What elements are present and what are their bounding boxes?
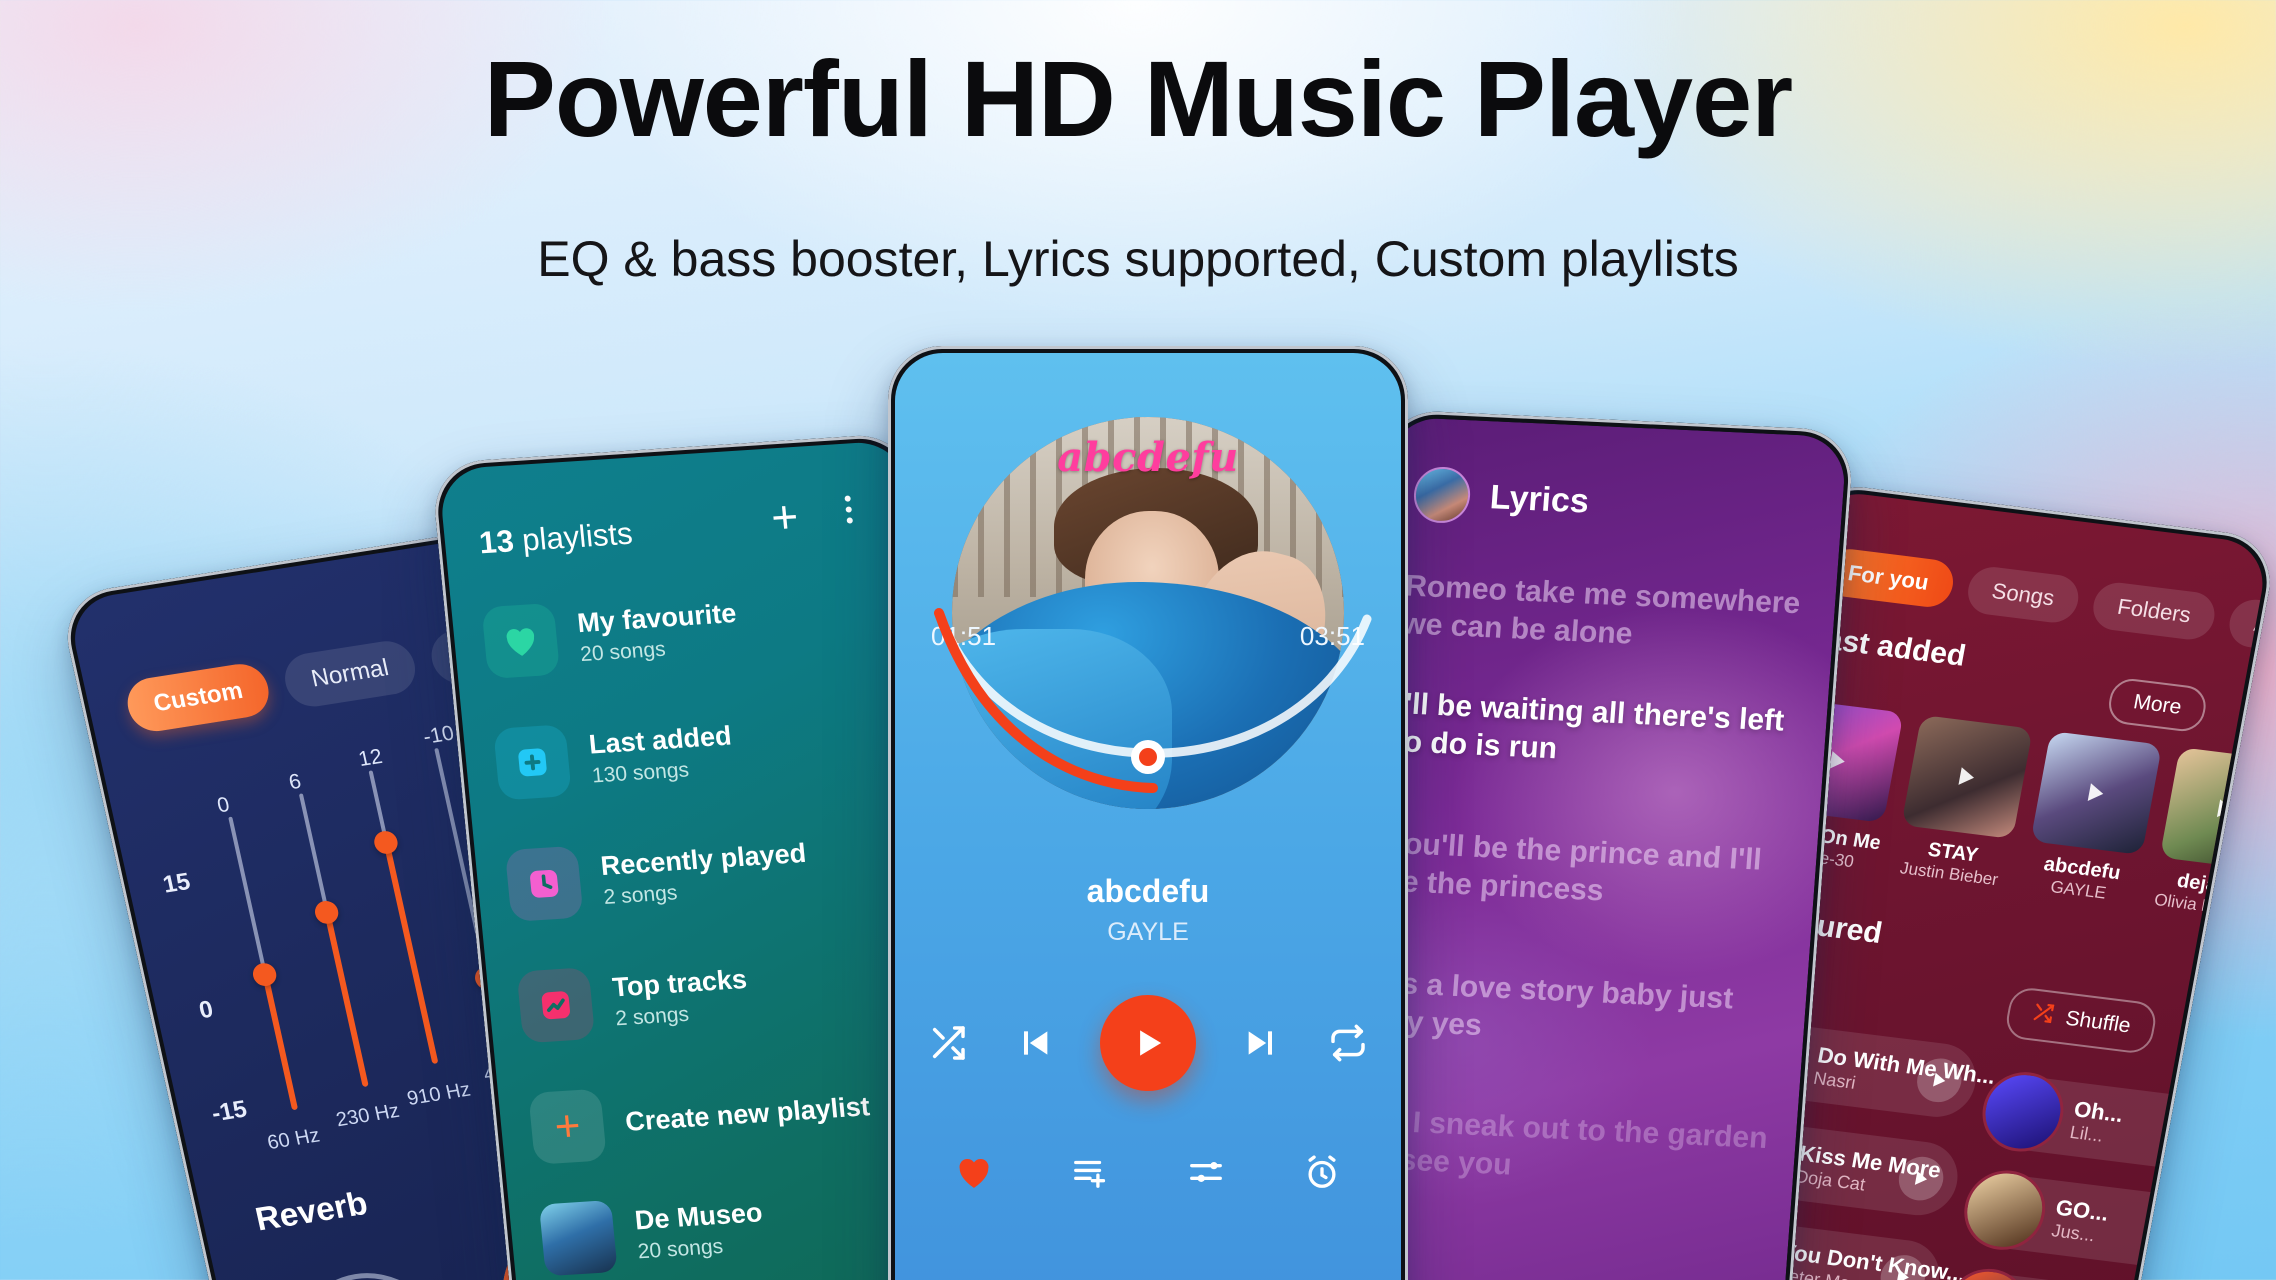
playlist-subtitle: 2 songs xyxy=(614,1003,691,1031)
equalizer-icon[interactable] xyxy=(1187,1153,1225,1191)
song-row[interactable]: Oh... Lil... xyxy=(1975,1067,2221,1173)
album-card[interactable]: STAY Justin Bieber xyxy=(1892,714,2033,891)
add-to-playlist-icon[interactable] xyxy=(1071,1153,1109,1191)
shuffle-label: Shuffle xyxy=(2063,1006,2133,1038)
heart-icon xyxy=(481,602,561,680)
album-card[interactable]: abcdefu GAYLE xyxy=(2021,731,2163,907)
lyrics-line: You'll be the prince and I'll be the pri… xyxy=(1382,826,1763,908)
album-art xyxy=(538,1200,618,1277)
clock-icon xyxy=(504,845,584,922)
eq-axis-0: 0 xyxy=(196,995,216,1025)
repeat-icon[interactable] xyxy=(1328,1023,1368,1063)
tab-albums[interactable]: Albums xyxy=(2225,597,2271,660)
playback-controls xyxy=(895,995,1401,1091)
eq-slider-2-knob[interactable] xyxy=(372,829,400,856)
favorite-heart-icon[interactable] xyxy=(955,1154,993,1190)
album-art xyxy=(1901,714,2033,839)
album-art xyxy=(2030,731,2163,856)
eq-value-1: 6 xyxy=(286,769,304,795)
eq-freq-910hz: 910 Hz xyxy=(405,1078,473,1110)
lyrics-line-active: I'll be waiting all there's left to do i… xyxy=(1392,687,1786,766)
eq-value-3: -10 xyxy=(421,721,457,749)
reverb-heading: Reverb xyxy=(251,1184,371,1238)
song-title: abcdefu xyxy=(1086,873,1210,909)
tab-folders[interactable]: Folders xyxy=(2089,580,2219,643)
album-artist: Olivia Rodrigo xyxy=(2152,890,2263,922)
album-card[interactable]: deja vu Olivia Rodrigo xyxy=(2150,747,2271,923)
playlist-title: Last added xyxy=(587,720,733,760)
playlist-item-my-favourite[interactable]: My favourite 20 songs xyxy=(480,570,928,689)
playlist-title: De Museo xyxy=(633,1196,764,1236)
eq-value-2: 12 xyxy=(356,744,385,772)
song-row[interactable]: GO... Jus... xyxy=(1957,1165,2203,1272)
playlist-item-top-tracks[interactable]: Top tracks 2 songs xyxy=(516,935,963,1054)
playlists-count-word: playlists xyxy=(520,515,635,558)
previous-icon[interactable] xyxy=(1014,1023,1054,1063)
eq-slider-1-knob[interactable] xyxy=(312,899,341,926)
playlists-count: 13 playlists xyxy=(478,516,635,562)
shuffle-icon xyxy=(2029,1001,2056,1031)
eq-slider-2-fill[interactable] xyxy=(383,840,439,1064)
eq-slider-0-fill[interactable] xyxy=(261,972,299,1111)
album-art-logo: abcdefu xyxy=(1057,434,1239,481)
plus-icon[interactable]: + xyxy=(769,490,801,543)
song-row[interactable]: Bu... Jon... xyxy=(1939,1264,2184,1280)
player-utilities xyxy=(895,1153,1401,1191)
playlist-subtitle: 130 songs xyxy=(591,758,690,788)
eq-slider-1-fill[interactable] xyxy=(323,910,369,1088)
eq-slider-0-knob[interactable] xyxy=(250,961,279,988)
eq-value-0: 0 xyxy=(215,793,232,818)
artist-avatar xyxy=(1411,465,1473,525)
more-button[interactable]: More xyxy=(2105,676,2210,734)
playlist-title: Top tracks xyxy=(610,963,749,1003)
seek-arc[interactable] xyxy=(895,549,1401,849)
shuffle-icon[interactable] xyxy=(928,1023,968,1063)
trending-up-icon xyxy=(516,967,596,1044)
song-artist: GAYLE xyxy=(1107,918,1189,946)
plus-icon: + xyxy=(528,1088,607,1165)
eq-freq-230hz: 230 Hz xyxy=(334,1099,402,1132)
seek-thumb[interactable] xyxy=(1131,740,1165,774)
eq-axis-neg15: -15 xyxy=(209,1095,250,1128)
playlist-title: Create new playlist xyxy=(623,1091,872,1138)
lyrics-line: So I sneak out to the garden to see you xyxy=(1362,1103,1769,1182)
last-added-carousel: Easy On Me Adele-30 STAY Justin Bieber a… xyxy=(1762,698,2271,923)
eq-freq-60hz: 60 Hz xyxy=(265,1124,322,1155)
sleep-timer-icon[interactable] xyxy=(1303,1153,1341,1191)
album-art xyxy=(2159,747,2271,872)
eq-preset-normal[interactable]: Normal xyxy=(280,637,420,711)
play-button[interactable] xyxy=(1100,995,1196,1091)
phone-showcase: Custom Normal Classical Dance 15 0 -15 0… xyxy=(0,0,2276,1280)
eq-axis-15: 15 xyxy=(160,868,193,899)
lyrics-header: Lyrics xyxy=(1411,465,1591,530)
plus-square-icon xyxy=(493,724,572,801)
tab-songs[interactable]: Songs xyxy=(1963,564,2083,626)
lyrics-title: Lyrics xyxy=(1488,477,1591,521)
phone-player-screen: abcdefu 01:51 03:51 abcdefu GAYLE xyxy=(888,346,1408,1280)
lyrics-line: Romeo take me somewhere we can be alone xyxy=(1401,569,1802,651)
shuffle-button[interactable]: Shuffle xyxy=(2003,985,2159,1056)
album-art xyxy=(1957,1165,2052,1255)
playlist-item-last-added[interactable]: Last added 130 songs xyxy=(492,692,940,811)
playlist-subtitle: 20 songs xyxy=(636,1235,725,1264)
next-icon[interactable] xyxy=(1242,1023,1282,1063)
eq-preset-custom[interactable]: Custom xyxy=(122,660,275,735)
more-vertical-icon[interactable] xyxy=(844,495,854,524)
playlist-item-recently-played[interactable]: Recently played 2 songs xyxy=(504,813,951,932)
lyrics-line: It's a love story baby just say yes xyxy=(1372,966,1735,1042)
playlists-count-number: 13 xyxy=(477,523,516,561)
bass-boost-knob[interactable] xyxy=(266,1246,477,1280)
